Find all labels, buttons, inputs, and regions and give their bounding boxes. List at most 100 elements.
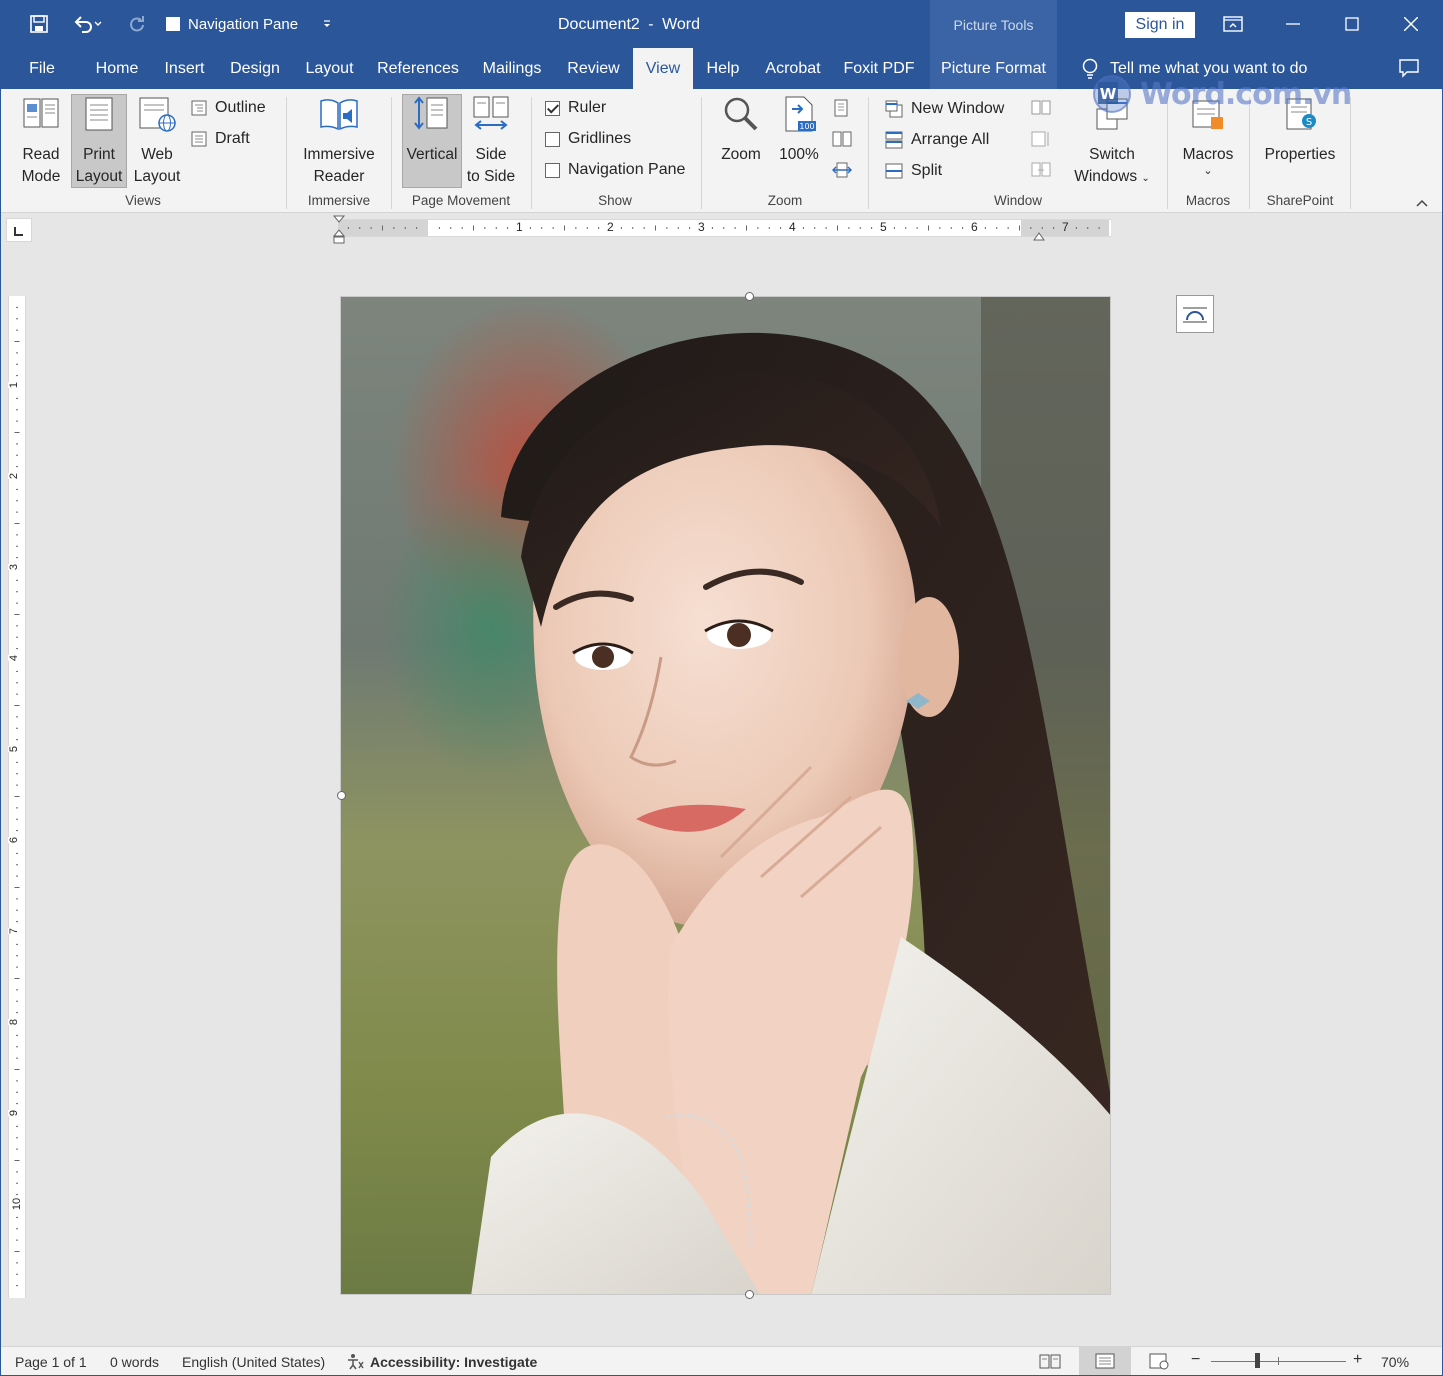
qat-navigation-pane-toggle[interactable]: Navigation Pane xyxy=(166,16,298,33)
tab-mailings[interactable]: Mailings xyxy=(475,48,549,89)
tab-acrobat[interactable]: Acrobat xyxy=(757,48,829,89)
tab-home[interactable]: Home xyxy=(88,48,146,89)
tab-selector[interactable] xyxy=(6,218,32,242)
customize-qat-button[interactable] xyxy=(312,10,342,38)
chevron-down-icon: ⌄ xyxy=(1141,173,1150,184)
language-indicator[interactable]: English (United States) xyxy=(182,1354,325,1370)
comments-button[interactable] xyxy=(1398,58,1420,83)
zoom-button[interactable]: Zoom xyxy=(714,95,768,187)
split-label: Split xyxy=(911,162,943,179)
layout-options-button[interactable] xyxy=(1176,295,1214,333)
vertical-scroll-icon xyxy=(414,96,448,130)
multiple-pages-button[interactable] xyxy=(832,130,852,153)
gridlines-checkbox[interactable]: Gridlines xyxy=(545,130,631,148)
print-layout-button[interactable]: Print Layout xyxy=(71,94,127,188)
horizontal-ruler[interactable]: 1 2 3 4 5 6 7 xyxy=(338,219,1111,237)
vertical-ruler-number: 8 xyxy=(8,1018,21,1026)
resize-handle-bottom[interactable] xyxy=(745,1290,754,1299)
save-button[interactable] xyxy=(24,10,54,38)
collapse-ribbon-button[interactable] xyxy=(1415,195,1429,213)
new-window-icon xyxy=(885,100,903,118)
reset-window-position-button[interactable] xyxy=(1031,161,1051,184)
minimize-button[interactable] xyxy=(1270,8,1316,40)
print-layout-view-button[interactable] xyxy=(1079,1347,1131,1375)
undo-button[interactable] xyxy=(68,10,108,38)
zoom-100-badge: 100 xyxy=(799,122,814,131)
redo-button[interactable] xyxy=(122,10,152,38)
tab-references[interactable]: References xyxy=(372,48,464,89)
resize-handle-top[interactable] xyxy=(745,292,754,301)
zoom-out-button[interactable]: − xyxy=(1191,1351,1200,1369)
group-divider xyxy=(701,97,702,209)
zoom-100-button[interactable]: 100 100% xyxy=(772,95,826,187)
resize-handle-left[interactable] xyxy=(337,791,346,800)
right-indent-marker[interactable] xyxy=(1033,228,1045,246)
navigation-pane-checkbox[interactable]: Navigation Pane xyxy=(545,161,685,179)
comment-icon xyxy=(1399,59,1419,78)
zoom-slider-center-tick xyxy=(1278,1357,1279,1365)
vertical-ruler-number: 1 xyxy=(8,381,21,389)
tab-layout[interactable]: Layout xyxy=(298,48,361,89)
outline-button[interactable]: Outline xyxy=(191,99,266,117)
gridlines-label: Gridlines xyxy=(568,130,632,147)
side-to-side-label-2: to Side xyxy=(466,168,516,185)
accessibility-status[interactable]: Accessibility: Investigate xyxy=(370,1354,537,1370)
tab-insert[interactable]: Insert xyxy=(157,48,212,89)
arrange-all-button[interactable]: Arrange All xyxy=(885,131,989,149)
chevron-down-icon xyxy=(324,20,331,27)
switch-windows-label-1: Switch xyxy=(1089,146,1135,163)
ruler-number: 4 xyxy=(789,220,796,234)
zoom-slider-thumb[interactable] xyxy=(1255,1353,1260,1368)
tab-picture-format[interactable]: Picture Format xyxy=(930,48,1057,89)
vertical-ruler-number: 9 xyxy=(8,1109,21,1117)
close-icon xyxy=(1404,17,1418,31)
web-layout-button[interactable]: Web Layout xyxy=(129,95,185,187)
tab-view[interactable]: View xyxy=(633,48,693,89)
draft-label: Draft xyxy=(215,130,250,147)
new-window-button[interactable]: New Window xyxy=(885,100,1004,118)
sign-in-button[interactable]: Sign in xyxy=(1125,12,1195,38)
synchronous-scrolling-button[interactable] xyxy=(1031,130,1051,153)
web-layout-view-button[interactable] xyxy=(1148,1352,1170,1373)
new-window-label: New Window xyxy=(911,100,1005,117)
maximize-button[interactable] xyxy=(1329,8,1375,40)
side-to-side-button[interactable]: Side to Side xyxy=(463,95,519,187)
immersive-reader-button[interactable]: Immersive Reader xyxy=(297,95,381,187)
checkbox-icon xyxy=(545,131,560,147)
view-side-by-side-button[interactable] xyxy=(1031,99,1051,122)
tab-review[interactable]: Review xyxy=(561,48,626,89)
save-icon xyxy=(30,15,48,33)
group-divider xyxy=(531,97,532,209)
draft-icon xyxy=(191,131,207,147)
read-mode-view-button[interactable] xyxy=(1039,1352,1061,1373)
one-page-button[interactable] xyxy=(832,99,850,122)
vertical-ruler-number: 5 xyxy=(8,745,21,753)
read-mode-label-1: Read xyxy=(22,146,60,163)
immersive-reader-label-2: Reader xyxy=(313,168,365,185)
word-count[interactable]: 0 words xyxy=(110,1354,159,1370)
ribbon-display-options-button[interactable] xyxy=(1210,8,1256,40)
tab-design[interactable]: Design xyxy=(223,48,287,89)
tab-help[interactable]: Help xyxy=(699,48,747,89)
ruler-number: 7 xyxy=(1062,220,1069,234)
close-button[interactable] xyxy=(1388,8,1434,40)
vertical-button[interactable]: Vertical xyxy=(402,94,462,188)
read-mode-small-icon xyxy=(1039,1354,1061,1369)
vertical-ruler[interactable]: 1 2 3 4 5 6 7 8 9 10 xyxy=(8,296,26,1298)
zoom-in-button[interactable]: + xyxy=(1353,1351,1362,1369)
zoom-level[interactable]: 70% xyxy=(1381,1354,1409,1370)
document-page[interactable] xyxy=(340,296,1111,1295)
split-button[interactable]: Split xyxy=(885,162,942,180)
ruler-checkbox[interactable]: Ruler xyxy=(545,99,606,117)
qat-navigation-pane-label: Navigation Pane xyxy=(188,15,299,33)
draft-button[interactable]: Draft xyxy=(191,130,250,148)
tab-file[interactable]: File xyxy=(18,48,66,89)
tab-foxit-pdf[interactable]: Foxit PDF xyxy=(839,48,919,89)
switch-windows-label-text: Windows xyxy=(1074,168,1138,185)
indent-marker[interactable] xyxy=(332,214,346,251)
read-mode-button[interactable]: Read Mode xyxy=(13,95,69,187)
page-count[interactable]: Page 1 of 1 xyxy=(15,1354,87,1370)
word-logo-icon: W xyxy=(1093,75,1131,113)
page-width-button[interactable] xyxy=(832,161,852,184)
portrait-photo-image[interactable] xyxy=(341,297,1111,1295)
